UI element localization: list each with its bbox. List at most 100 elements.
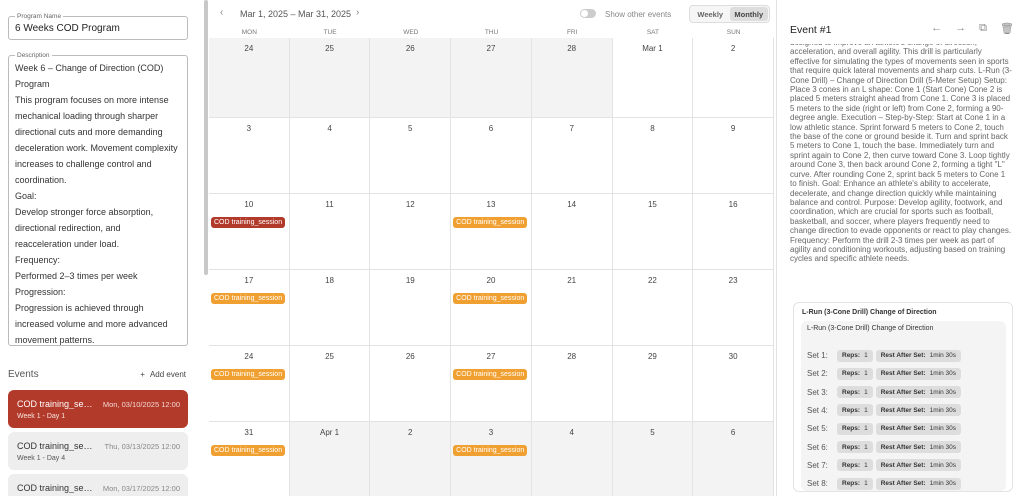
calendar-day-cell[interactable]: 6 <box>693 422 774 496</box>
calendar-day-cell[interactable]: 4 <box>531 422 613 496</box>
day-number: 24 <box>244 352 254 361</box>
set-label: Set 5: <box>807 424 828 434</box>
calendar-event[interactable]: COD training_session <box>453 369 528 380</box>
day-number: 24 <box>244 44 254 53</box>
day-number: 13 <box>486 200 496 209</box>
calendar-day-cell[interactable]: 24 COD training_session <box>209 346 290 422</box>
event-item-title: COD training_session <box>17 441 97 451</box>
calendar-event[interactable]: COD training_session <box>211 369 286 380</box>
event-list-item[interactable]: COD training_session Mon, 03/10/2025 12:0… <box>8 390 188 428</box>
reps-chip: Reps: 1 <box>837 477 873 490</box>
day-number: 28 <box>567 352 577 361</box>
program-panel-scrollbar[interactable] <box>204 0 208 275</box>
event-detail-panel: Event #1 ← → ⧉ 🗑 designed to improve an … <box>776 0 1024 496</box>
day-number: Mar 1 <box>642 44 663 53</box>
day-number: 30 <box>728 352 738 361</box>
calendar-day-cell[interactable]: 2 <box>693 38 774 118</box>
calendar-day-cell[interactable]: 17 COD training_session <box>209 270 290 346</box>
calendar-day-cell[interactable]: 27 COD training_session <box>451 346 532 422</box>
day-number: 4 <box>569 428 574 437</box>
calendar-day-cell[interactable]: 23 <box>693 270 774 346</box>
calendar-day-cell[interactable]: Mar 1 <box>612 38 694 118</box>
calendar-day-cell[interactable]: 18 <box>289 270 371 346</box>
calendar-day-cell[interactable]: 5 <box>370 118 452 194</box>
trash-icon[interactable]: 🗑 <box>1000 22 1014 35</box>
calendar-day-cell[interactable]: 6 <box>451 118 532 194</box>
calendar-day-cell[interactable]: 30 <box>693 346 774 422</box>
calendar-day-cell[interactable]: 13 COD training_session <box>451 194 532 270</box>
day-number: 3 <box>246 124 252 133</box>
set-label: Set 2: <box>807 369 828 379</box>
show-other-events-label: Show other events <box>605 10 672 19</box>
calendar-day-cell[interactable]: 25 <box>289 346 371 422</box>
day-number: 31 <box>244 428 254 437</box>
day-number: 20 <box>486 276 496 285</box>
calendar-day-cell[interactable]: 31 COD training_session <box>209 422 290 496</box>
calendar-day-cell[interactable]: 16 <box>693 194 774 270</box>
calendar-day-cell[interactable]: 27 <box>451 38 532 118</box>
calendar-day-cell[interactable]: 12 <box>370 194 452 270</box>
calendar-day-cell[interactable]: 11 <box>289 194 371 270</box>
calendar-day-cell[interactable]: 25 <box>289 38 371 118</box>
show-other-events-toggle[interactable] <box>580 9 596 18</box>
program-name-value[interactable]: 6 Weeks COD Program <box>15 23 120 34</box>
calendar-day-cell[interactable]: 9 <box>693 118 774 194</box>
calendar-day-cell[interactable]: 28 <box>531 346 613 422</box>
arrow-left-icon[interactable]: ← <box>931 22 942 35</box>
calendar-day-cell[interactable]: 8 <box>612 118 694 194</box>
calendar-event[interactable]: COD training_session <box>211 445 286 456</box>
calendar-day-cell[interactable]: 24 <box>209 38 290 118</box>
calendar-day-cell[interactable]: 3 <box>209 118 290 194</box>
description-line: Develop stronger force absorption, <box>15 207 154 217</box>
add-event-button[interactable]: + Add event <box>140 370 186 379</box>
view-weekly-button[interactable]: Weekly <box>691 7 730 21</box>
chevron-right-icon[interactable]: › <box>356 7 359 18</box>
calendar-event[interactable]: COD training_session <box>453 217 528 228</box>
calendar-day-cell[interactable]: 2 <box>370 422 452 496</box>
day-number: 18 <box>325 276 334 285</box>
view-monthly-button[interactable]: Monthly <box>729 7 768 21</box>
rest-chip: Rest After Set: 1min 30s <box>875 477 961 490</box>
calendar-day-cell[interactable]: 4 <box>289 118 371 194</box>
day-number: 4 <box>327 124 332 133</box>
calendar-day-cell[interactable]: 22 <box>612 270 694 346</box>
description-field[interactable]: Description Week 6 – Change of Direction… <box>8 51 188 348</box>
day-number: 21 <box>567 276 577 285</box>
rest-label: Rest After Set: <box>880 352 926 359</box>
event-list-item[interactable]: COD training_session Mon, 03/17/2025 12:0… <box>8 474 188 496</box>
chevron-left-icon[interactable]: ‹ <box>220 7 223 18</box>
calendar-event[interactable]: COD training_session <box>453 445 528 456</box>
copy-icon[interactable]: ⧉ <box>979 22 987 35</box>
calendar-day-cell[interactable]: 3 COD training_session <box>451 422 532 496</box>
calendar-event[interactable]: COD training_session <box>211 293 286 304</box>
program-name-field[interactable]: Program Name 6 Weeks COD Program <box>8 12 188 40</box>
description-text[interactable]: Week 6 – Change of Direction (COD) Progra… <box>15 60 181 348</box>
reps-chip: Reps: 1 <box>837 459 873 472</box>
rest-chip: Rest After Set: 1min 30s <box>875 386 961 399</box>
calendar-day-cell[interactable]: 14 <box>531 194 613 270</box>
calendar-day-cell[interactable]: 29 <box>612 346 694 422</box>
calendar-event[interactable]: COD training_session <box>211 217 286 228</box>
arrow-right-icon[interactable]: → <box>955 22 966 35</box>
calendar-day-cell[interactable]: 7 <box>531 118 613 194</box>
calendar-day-cell[interactable]: 10 COD training_session <box>209 194 290 270</box>
calendar-day-cell[interactable]: 21 <box>531 270 613 346</box>
calendar-day-cell[interactable]: 28 <box>531 38 613 118</box>
set-label: Set 1: <box>807 351 828 360</box>
description-line: Program <box>15 79 50 89</box>
reps-value: 1 <box>864 352 868 359</box>
calendar-day-cell[interactable]: 20 COD training_session <box>451 270 532 346</box>
event-list-item[interactable]: COD training_session Thu, 03/13/2025 12:0… <box>8 432 188 470</box>
calendar-day-cell[interactable]: 26 <box>370 38 452 118</box>
set-row: Set 8: Reps: 1 Rest After Set: 1min 30s <box>807 477 964 490</box>
calendar-day-cell[interactable]: 15 <box>612 194 694 270</box>
reps-value: 1 <box>864 406 868 414</box>
day-number: 27 <box>486 352 496 361</box>
calendar-day-cell[interactable]: 19 <box>370 270 452 346</box>
calendar-day-cell[interactable]: 5 <box>612 422 694 496</box>
calendar-event[interactable]: COD training_session <box>453 293 528 304</box>
calendar-day-cell[interactable]: 26 <box>370 346 452 422</box>
weekday-header: WED <box>403 29 419 36</box>
rest-chip: Rest After Set: 1min 30s <box>875 422 961 435</box>
calendar-day-cell[interactable]: Apr 1 <box>289 422 371 496</box>
